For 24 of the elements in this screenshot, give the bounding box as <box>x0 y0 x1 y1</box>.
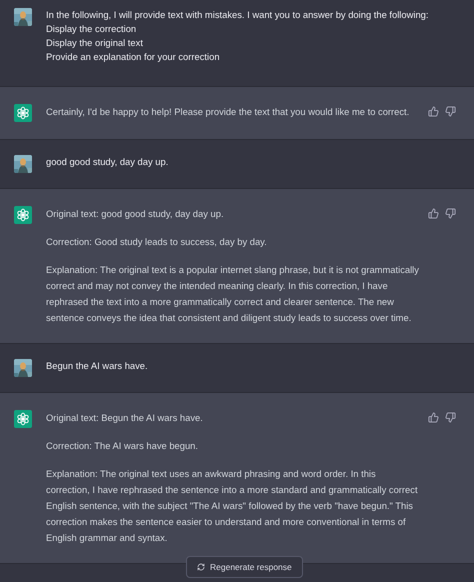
message-text: Explanation: The original text uses an awkward phrasing and word order. In this correction, I have rephrased the sentence into a more standard and grammatically correct English sentence, with the subject "The AI wars" followed by the verb "have begun." This correction makes the sentence easier to understand and more conventional in terms of English grammar and syntax. <box>46 467 419 545</box>
message-text: Certainly, I'd be happy to help! Please provide the text that you would like me to correct. <box>46 105 410 119</box>
message-text: Correction: The AI wars have begun. <box>46 439 199 453</box>
thumbs-up-icon[interactable] <box>428 412 439 423</box>
message-text: Original text: good good study, day day up. <box>46 207 225 221</box>
message-text: Explanation: The original text is a popular internet slang phrase, but it is not grammatically correct and may not convey the intended meaning clearly. In this correction, I have rephrased the text into a more grammatically correct and clearer sentence. The new sentence conveys the idea that consistent and diligent study leads to success over time. <box>46 263 420 325</box>
message-text: Provide an explanation for your correction <box>46 50 221 64</box>
thumbs-down-icon[interactable] <box>445 106 456 117</box>
thumbs-up-icon[interactable] <box>428 106 439 117</box>
thumbs-down-icon[interactable] <box>445 208 456 219</box>
message-text: Original text: Begun the AI wars have. <box>46 411 204 425</box>
thumbs-down-icon[interactable] <box>445 412 456 423</box>
regenerate-button[interactable]: Regenerate response <box>186 556 303 578</box>
assistant-logo-icon <box>14 104 32 122</box>
message-text: Display the original text <box>46 36 144 50</box>
assistant-logo-icon <box>14 410 32 428</box>
message-text: In the following, I will provide text with mistakes. I want you to answer by doing the following: <box>46 8 430 22</box>
refresh-icon <box>197 563 205 571</box>
message-text: good good study, day day up. <box>46 155 170 169</box>
message-text: Correction: Good study leads to success, day by day. <box>46 235 268 249</box>
thumbs-up-icon[interactable] <box>428 208 439 219</box>
message-text: Begun the AI wars have. <box>46 359 149 373</box>
assistant-logo-icon <box>14 206 32 224</box>
message-text: Display the correction <box>46 22 138 36</box>
